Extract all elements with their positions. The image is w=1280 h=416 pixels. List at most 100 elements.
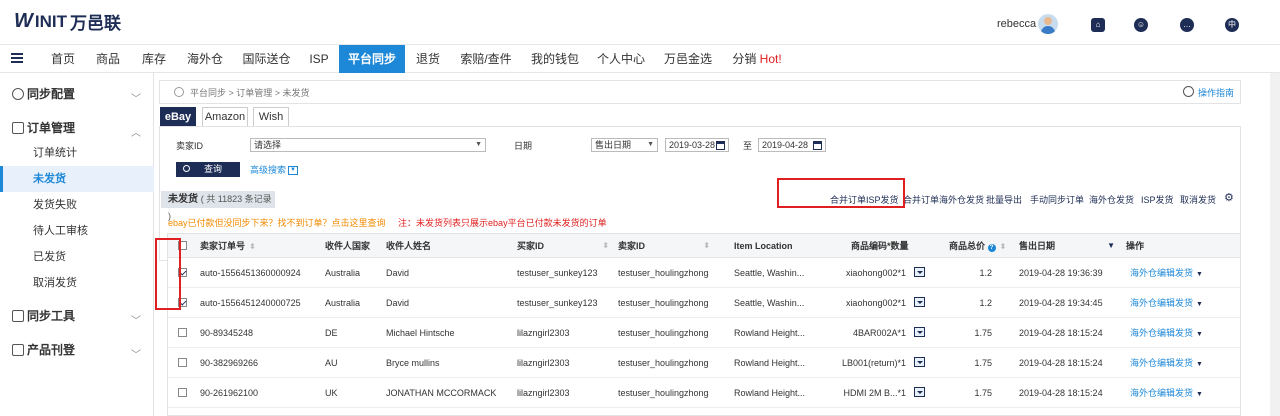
- row-checkbox[interactable]: [178, 328, 187, 337]
- tab-amazon[interactable]: Amazon: [202, 107, 248, 127]
- username[interactable]: rebecca: [997, 18, 1036, 30]
- sku-dropdown-icon[interactable]: [914, 267, 925, 277]
- date-to-input[interactable]: 2019-04-28: [758, 138, 826, 152]
- table-row[interactable]: 90-89345248 DE Michael Hintsche lilazngirl2…: [168, 318, 1240, 348]
- sidebar-item-ship-failed[interactable]: 发货失败: [0, 192, 154, 218]
- row-checkbox[interactable]: [178, 388, 187, 397]
- sidebar-item-product-listing[interactable]: 产品刊登 ﹀: [0, 337, 154, 363]
- batch-export-button[interactable]: 批量导出: [986, 193, 1022, 206]
- merge-overseas-ship-button[interactable]: 合并订单海外仓发货: [903, 193, 984, 206]
- table-row[interactable]: auto-1556451360000924 Australia David testu…: [168, 258, 1240, 288]
- info-icon[interactable]: ?: [987, 244, 996, 252]
- nav-item-returns[interactable]: 退货: [411, 45, 445, 73]
- menu-icon[interactable]: [11, 53, 23, 63]
- col-order-number[interactable]: 卖家订单号 ⬍: [200, 234, 256, 258]
- overseas-ship-button[interactable]: 海外仓发货: [1089, 193, 1134, 206]
- col-sold-date[interactable]: 售出日期 ▼: [1019, 234, 1115, 258]
- caret-down-icon: ▼: [475, 141, 482, 148]
- table-row[interactable]: 90-382969266 AU Bryce mullins lilazngirl230…: [168, 348, 1240, 378]
- overseas-edit-ship-action[interactable]: 海外仓编辑发货 ▼: [1130, 318, 1203, 348]
- nav-item-products[interactable]: 商品: [89, 45, 127, 73]
- sku-dropdown-icon[interactable]: [914, 387, 925, 397]
- page-scrollbar[interactable]: [1270, 73, 1280, 416]
- tab-ebay[interactable]: eBay: [160, 107, 196, 127]
- logo[interactable]: W INIT 万邑联: [14, 9, 121, 34]
- sidebar-item-cancelled[interactable]: 取消发货: [0, 270, 154, 296]
- notes: ebay已付款但没同步下来？找不到订单？点击这里查询 注：未发货列表只展示eba…: [168, 216, 607, 229]
- nav-item-profile[interactable]: 个人中心: [593, 45, 649, 73]
- chat-icon[interactable]: …: [1180, 18, 1194, 32]
- unshipped-count-tab[interactable]: 未发货 ( 共 11823 条记录 ): [161, 191, 275, 221]
- total-price-cell: 1.75: [974, 388, 992, 398]
- nav-item-claims[interactable]: 索赔/查件: [455, 45, 517, 73]
- sidebar-item-shipped[interactable]: 已发货: [0, 244, 154, 270]
- row-checkbox[interactable]: [178, 358, 187, 367]
- manual-sync-button[interactable]: 手动同步订单: [1030, 193, 1084, 206]
- nav-item-isp[interactable]: ISP: [304, 45, 334, 73]
- home-icon[interactable]: ⌂: [1091, 18, 1105, 32]
- overseas-edit-ship-action[interactable]: 海外仓编辑发货 ▼: [1130, 348, 1203, 378]
- sidebar-item-sync-tools[interactable]: 同步工具 ﹀: [0, 303, 154, 329]
- sidebar-item-order-mgmt[interactable]: 订单管理 ︿: [0, 115, 154, 141]
- nav-item-international[interactable]: 国际送仓: [239, 45, 294, 73]
- sidebar-label: 同步工具: [27, 309, 76, 323]
- item-location-cell: Seattle, Washin...: [734, 298, 805, 308]
- overseas-edit-ship-action[interactable]: 海外仓编辑发货 ▼: [1130, 378, 1203, 408]
- sidebar: 同步配置 ﹀ 订单管理 ︿ 订单统计 未发货 发货失败 待人工审核 已发货 取消…: [0, 73, 154, 416]
- nav-item-overseas-warehouse[interactable]: 海外仓: [183, 45, 227, 73]
- table-row[interactable]: 90-261962100 UK JONATHAN MCCORMACK lilazngi…: [168, 378, 1240, 408]
- sku-dropdown-icon[interactable]: [914, 357, 925, 367]
- item-location-cell: Rowland Height...: [734, 358, 806, 368]
- calendar-icon: [716, 141, 725, 150]
- nav-item-selection[interactable]: 万邑金选: [660, 45, 716, 73]
- date-type-select[interactable]: 售出日期 ▼: [591, 138, 658, 152]
- table-row[interactable]: auto-1556451240000725 Australia David testu…: [168, 288, 1240, 318]
- col-item-location: Item Location: [734, 241, 793, 251]
- nav-item-home[interactable]: 首页: [44, 45, 82, 73]
- col-seller-id[interactable]: 卖家ID ⬍: [618, 234, 710, 258]
- col-total-price: 商品总价 ? ⬍: [949, 234, 1006, 258]
- caret-down-icon: ▼: [1196, 301, 1203, 308]
- seller-id-select[interactable]: 请选择 ▼: [250, 138, 486, 152]
- support-icon[interactable]: ☺: [1134, 18, 1148, 32]
- home-circle-icon: [174, 87, 184, 97]
- advanced-search-link[interactable]: 高级搜索 ▼: [250, 163, 299, 176]
- settings-gear-icon[interactable]: ⚙: [1224, 191, 1234, 204]
- tab-wish[interactable]: Wish: [253, 107, 289, 127]
- sync-missing-link[interactable]: ebay已付款但没同步下来？找不到订单？点击这里查询: [168, 218, 386, 228]
- date-from-input[interactable]: 2019-03-28: [665, 138, 729, 152]
- col-label: 卖家订单号: [200, 241, 246, 251]
- nav-item-wallet[interactable]: 我的钱包: [527, 45, 583, 73]
- date-type-value: 售出日期: [595, 140, 632, 150]
- sidebar-item-order-stats[interactable]: 订单统计: [0, 140, 154, 166]
- nav-item-platform-sync[interactable]: 平台同步: [339, 45, 405, 73]
- col-buyer-id[interactable]: 买家ID ⬍: [517, 234, 609, 258]
- sidebar-item-unshipped[interactable]: 未发货: [0, 166, 154, 192]
- nav-item-inventory[interactable]: 库存: [135, 45, 173, 73]
- query-button[interactable]: 查询: [176, 162, 240, 177]
- caret-down-icon: ▼: [1196, 391, 1203, 398]
- unshipped-note: 注：未发货列表只展示ebay平台已付款未发货的订单: [398, 218, 607, 228]
- col-label: 售出日期: [1019, 241, 1056, 251]
- sort-icon[interactable]: ⬍: [1000, 242, 1007, 251]
- total-price-cell: 1.75: [974, 328, 992, 338]
- distribution-label: 分销: [732, 52, 757, 66]
- listing-icon: [12, 344, 24, 356]
- highlight-box-merge-isp: [777, 178, 905, 208]
- sku-dropdown-icon[interactable]: [914, 327, 925, 337]
- isp-ship-button[interactable]: ISP发货: [1141, 193, 1174, 206]
- sku-dropdown-icon[interactable]: [914, 297, 925, 307]
- overseas-edit-ship-action[interactable]: 海外仓编辑发货 ▼: [1130, 258, 1203, 288]
- language-icon[interactable]: 中: [1225, 18, 1239, 32]
- buyer-id-cell: lilazngirl2303: [517, 388, 570, 398]
- nav-item-distribution[interactable]: 分销 Hot!: [728, 45, 786, 73]
- name-cell: David: [386, 298, 410, 308]
- avatar[interactable]: [1038, 14, 1058, 34]
- cancel-ship-button[interactable]: 取消发货: [1180, 193, 1216, 206]
- col-label: 卖家ID: [618, 241, 646, 251]
- sold-date-cell: 2019-04-28 18:15:24: [1019, 358, 1103, 368]
- help-link[interactable]: 操作指南: [1198, 86, 1234, 99]
- overseas-edit-ship-action[interactable]: 海外仓编辑发货 ▼: [1130, 288, 1203, 318]
- sidebar-item-manual-review[interactable]: 待人工审核: [0, 218, 154, 244]
- sidebar-item-sync-config[interactable]: 同步配置 ﹀: [0, 81, 154, 107]
